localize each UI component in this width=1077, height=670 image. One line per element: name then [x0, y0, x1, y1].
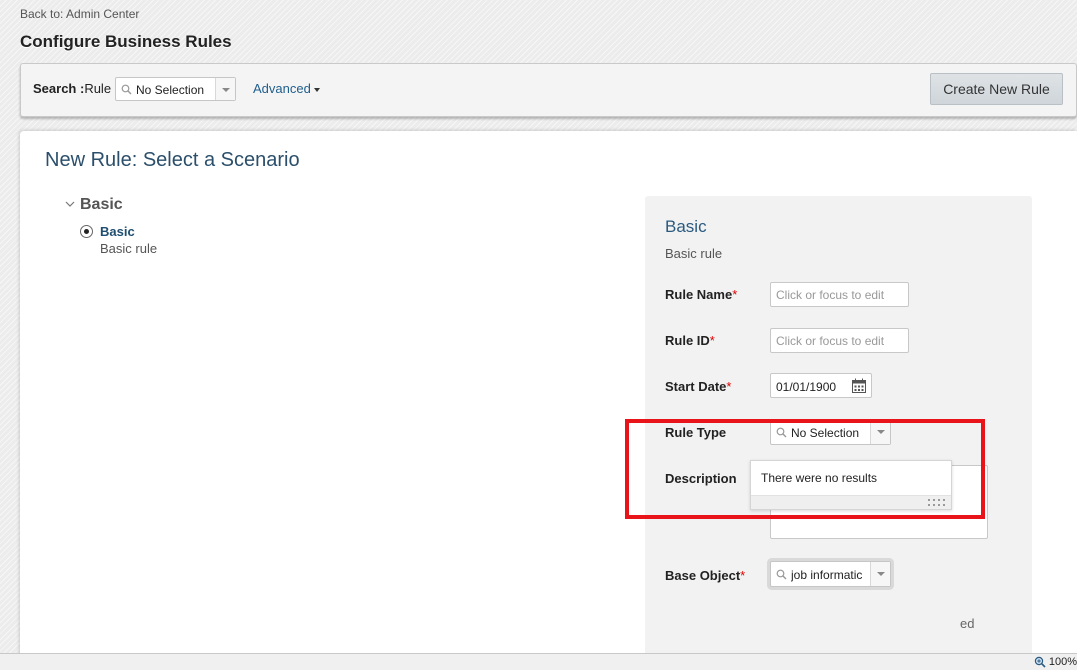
search-bar: Search :Rule No Selection Advanced Creat…	[20, 63, 1077, 117]
content-panel: New Rule: Select a Scenario Basic Basic …	[20, 131, 1077, 666]
required-marker: *	[709, 333, 715, 348]
chevron-down-icon[interactable]	[65, 199, 75, 209]
base-object-value: job informatic	[791, 568, 863, 582]
form-subtitle: Basic rule	[665, 246, 723, 261]
scenario-radio[interactable]	[80, 225, 93, 238]
base-object-label-text: Base Object	[665, 568, 741, 583]
form-title: Basic	[665, 217, 707, 236]
start-date-input[interactable]: 01/01/1900	[770, 373, 872, 398]
zoom-icon	[1034, 656, 1046, 668]
required-marker: *	[726, 379, 732, 394]
rule-name-label-text: Rule Name	[665, 287, 733, 302]
tree-group-label[interactable]: Basic	[80, 196, 123, 214]
advanced-link[interactable]: Advanced	[253, 81, 320, 96]
scenario-name[interactable]: Basic	[100, 224, 135, 239]
advanced-label: Advanced	[253, 81, 311, 96]
rule-search-combo[interactable]: No Selection	[115, 77, 236, 101]
base-object-dropdown: There were no results	[750, 460, 952, 510]
zoom-level: 100%	[1048, 656, 1077, 668]
chevron-down-icon[interactable]	[215, 78, 235, 100]
calendar-icon[interactable]	[852, 378, 866, 393]
page-title: Configure Business Rules	[20, 32, 232, 51]
dropdown-resize-bar[interactable]	[751, 495, 951, 509]
rule-name-label: Rule Name*	[665, 287, 737, 302]
search-label-rest: Rule	[84, 81, 112, 96]
start-date-value: 01/01/1900	[776, 380, 837, 394]
create-new-rule-button[interactable]: Create New Rule	[930, 73, 1063, 105]
search-label: Search :Rule	[33, 81, 111, 96]
status-bar: 100%	[0, 653, 1077, 670]
start-date-label-text: Start Date	[665, 379, 727, 394]
caret-down-icon	[313, 87, 320, 92]
required-marker: *	[740, 568, 746, 583]
rule-id-label-text: Rule ID	[665, 333, 710, 348]
search-icon	[121, 84, 132, 95]
rule-name-input[interactable]	[770, 282, 909, 307]
search-label-bold: Search :	[33, 81, 85, 96]
required-marker: *	[732, 287, 738, 302]
chevron-down-icon[interactable]	[870, 562, 890, 586]
resize-grip-icon[interactable]	[927, 498, 947, 507]
new-rule-title: New Rule: Select a Scenario	[45, 149, 300, 171]
base-object-label: Base Object*	[665, 568, 745, 583]
start-date-label: Start Date*	[665, 379, 731, 394]
rule-search-value: No Selection	[136, 83, 205, 97]
rule-id-label: Rule ID*	[665, 333, 715, 348]
scenario-description: Basic rule	[100, 241, 158, 256]
rule-id-input[interactable]	[770, 328, 909, 353]
obscured-text: ed	[960, 616, 975, 631]
no-results-message: There were no results	[761, 471, 878, 485]
search-icon	[776, 569, 787, 580]
base-object-combo[interactable]: job informatic	[770, 561, 891, 587]
zoom-control[interactable]: 100%	[1034, 656, 1077, 668]
back-link[interactable]: Back to: Admin Center	[20, 7, 139, 21]
